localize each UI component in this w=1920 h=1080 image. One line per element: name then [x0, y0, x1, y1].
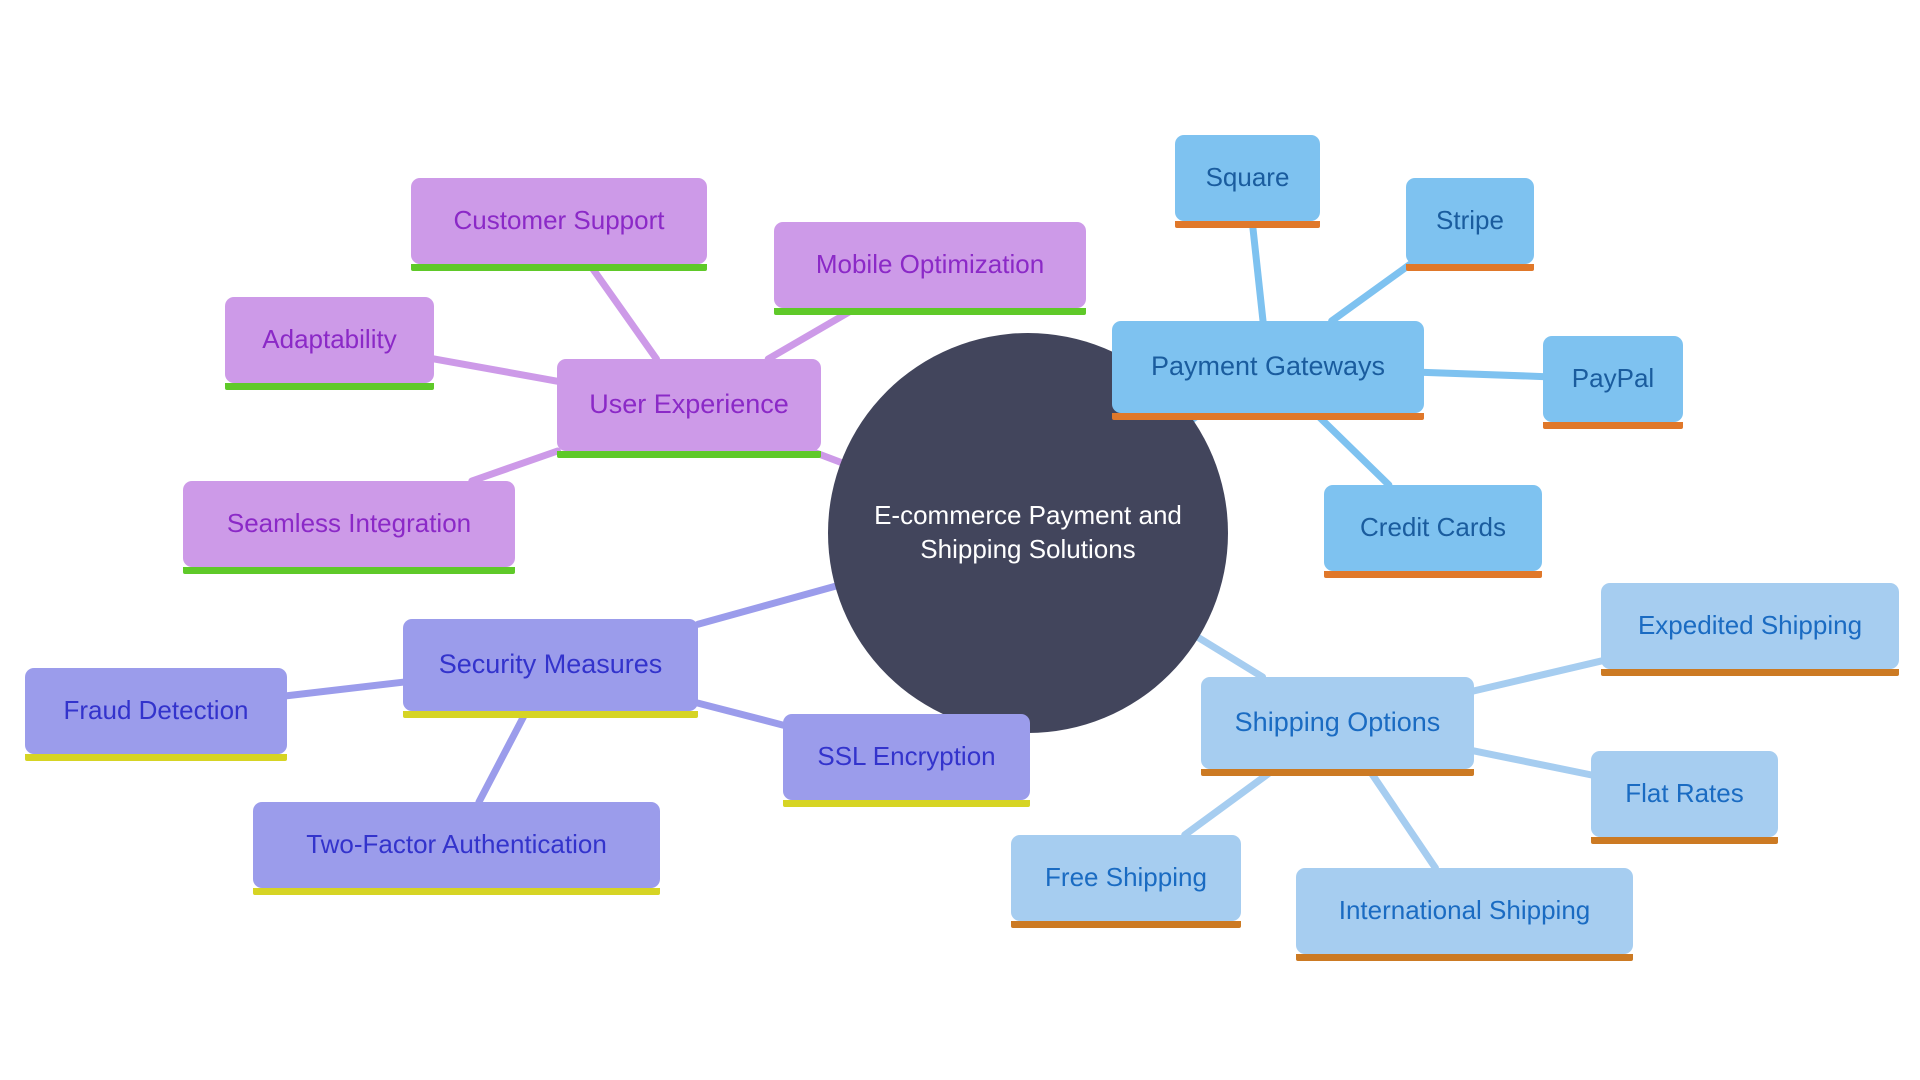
mindmap-canvas: E-commerce Payment and Shipping Solution…: [0, 0, 1920, 1080]
node-accent-bar: [25, 754, 287, 761]
edge-security-measures-to-fraud-detection: [283, 678, 407, 700]
edge-payment-gateways-to-paypal: [1420, 368, 1547, 381]
node-accent-bar: [403, 711, 698, 718]
leaf-node-international-shipping[interactable]: International Shipping: [1296, 868, 1633, 961]
node-label: Seamless Integration: [226, 508, 472, 539]
node-label: Adaptability: [262, 324, 397, 355]
leaf-node-expedited-shipping[interactable]: Expedited Shipping: [1601, 583, 1899, 676]
edge-shipping-options-to-free-shipping: [1181, 765, 1279, 839]
node-accent-bar: [557, 451, 821, 458]
edge-user-experience-to-mobile-optimization: [764, 304, 860, 363]
edge-center-to-shipping-options: [1194, 634, 1267, 681]
edge-user-experience-to-seamless-integration: [468, 447, 562, 485]
node-accent-bar: [1201, 769, 1474, 776]
node-label: Expedited Shipping: [1637, 610, 1863, 641]
node-accent-bar: [1543, 422, 1683, 429]
node-accent-bar: [1591, 837, 1778, 844]
leaf-node-mobile-optimization[interactable]: Mobile Optimization: [774, 222, 1086, 315]
leaf-node-two-factor-authentication[interactable]: Two-Factor Authentication: [253, 802, 660, 895]
node-label: Payment Gateways: [1150, 351, 1386, 382]
edge-shipping-options-to-international-shipping: [1365, 765, 1439, 872]
node-label: Mobile Optimization: [815, 249, 1045, 280]
leaf-node-free-shipping[interactable]: Free Shipping: [1011, 835, 1241, 928]
node-accent-bar: [1112, 413, 1424, 420]
node-accent-bar: [1175, 221, 1320, 228]
leaf-node-credit-cards[interactable]: Credit Cards: [1324, 485, 1542, 578]
node-accent-bar: [1296, 954, 1633, 961]
node-label: SSL Encryption: [817, 741, 996, 772]
node-label: PayPal: [1571, 363, 1655, 394]
branch-node-shipping-options[interactable]: Shipping Options: [1201, 677, 1474, 776]
node-label: International Shipping: [1338, 895, 1591, 926]
leaf-node-flat-rates[interactable]: Flat Rates: [1591, 751, 1778, 844]
edge-shipping-options-to-flat-rates: [1470, 747, 1595, 779]
branch-node-user-experience[interactable]: User Experience: [557, 359, 821, 458]
node-accent-bar: [411, 264, 707, 271]
node-label: Stripe: [1436, 205, 1504, 236]
node-accent-bar: [1601, 669, 1899, 676]
node-label: User Experience: [589, 389, 789, 420]
leaf-node-customer-support[interactable]: Customer Support: [411, 178, 707, 271]
edge-payment-gateways-to-credit-cards: [1311, 409, 1393, 489]
node-label: Free Shipping: [1045, 862, 1207, 893]
node-accent-bar: [1011, 921, 1241, 928]
edge-payment-gateways-to-square: [1248, 217, 1267, 325]
edge-security-measures-to-two-factor-authentication: [475, 707, 530, 806]
branch-node-security-measures[interactable]: Security Measures: [403, 619, 698, 718]
edge-user-experience-to-customer-support: [585, 260, 660, 363]
leaf-node-stripe[interactable]: Stripe: [1406, 178, 1534, 271]
leaf-node-seamless-integration[interactable]: Seamless Integration: [183, 481, 515, 574]
node-accent-bar: [1324, 571, 1542, 578]
node-accent-bar: [774, 308, 1086, 315]
leaf-node-fraud-detection[interactable]: Fraud Detection: [25, 668, 287, 761]
central-topic-label: E-commerce Payment and Shipping Solution…: [874, 500, 1182, 564]
node-label: Security Measures: [438, 649, 663, 680]
branch-node-payment-gateways[interactable]: Payment Gateways: [1112, 321, 1424, 420]
node-label: Credit Cards: [1360, 512, 1506, 543]
edge-payment-gateways-to-stripe: [1328, 260, 1415, 325]
node-accent-bar: [253, 888, 660, 895]
edge-security-measures-to-ssl-encryption: [694, 699, 787, 729]
node-label: Two-Factor Authentication: [306, 829, 607, 860]
leaf-node-square[interactable]: Square: [1175, 135, 1320, 228]
node-label: Fraud Detection: [63, 695, 249, 726]
node-label: Square: [1205, 162, 1290, 193]
edge-user-experience-to-adaptability: [430, 355, 561, 385]
edge-shipping-options-to-expedited-shipping: [1470, 657, 1605, 695]
leaf-node-ssl-encryption[interactable]: SSL Encryption: [783, 714, 1030, 807]
leaf-node-paypal[interactable]: PayPal: [1543, 336, 1683, 429]
edge-center-to-security-measures: [694, 582, 839, 628]
node-label: Shipping Options: [1234, 707, 1441, 738]
node-accent-bar: [1406, 264, 1534, 271]
node-accent-bar: [783, 800, 1030, 807]
leaf-node-adaptability[interactable]: Adaptability: [225, 297, 434, 390]
node-accent-bar: [183, 567, 515, 574]
node-label: Customer Support: [453, 205, 665, 236]
node-accent-bar: [225, 383, 434, 390]
node-label: Flat Rates: [1625, 778, 1744, 809]
